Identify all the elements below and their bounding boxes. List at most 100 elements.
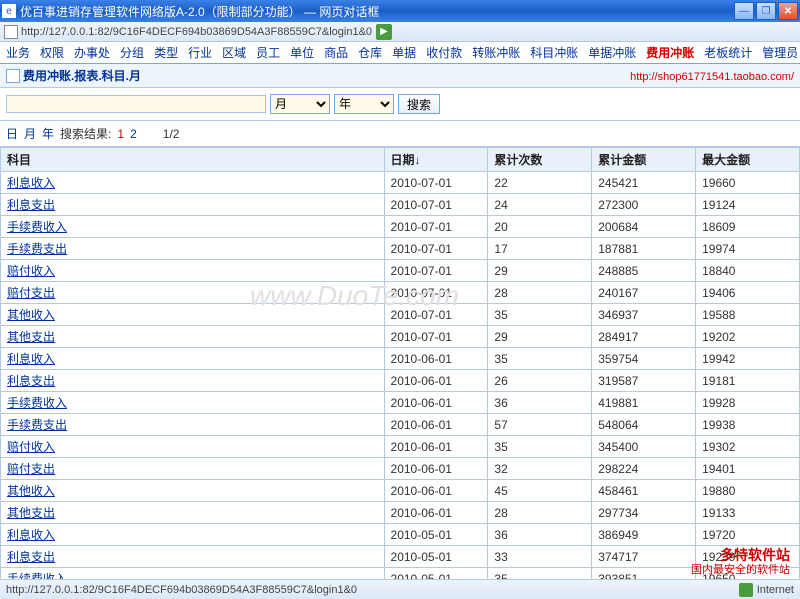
cell-subject[interactable]: 利息支出 [1,546,385,568]
filter-line: 日 月 年 搜索结果: 1 2 1/2 [0,121,800,147]
cell-subject[interactable]: 手续费收入 [1,216,385,238]
filter-month[interactable]: 月 [24,125,36,142]
cell-max: 19202 [696,326,800,348]
minimize-button[interactable]: — [734,2,754,20]
menu-item-15[interactable]: 单据冲账 [588,44,636,61]
table-row: 赔付支出2010-06-013229822419401 [1,458,800,480]
cell-sum: 240167 [592,282,696,304]
address-url[interactable]: http://127.0.0.1:82/9C16F4DECF694b03869D… [21,26,372,38]
address-bar: http://127.0.0.1:82/9C16F4DECF694b03869D… [0,22,800,42]
menu-item-17[interactable]: 老板统计 [704,44,752,61]
table-row: 手续费支出2010-06-015754806419938 [1,414,800,436]
filter-day[interactable]: 日 [6,125,18,142]
cell-subject[interactable]: 其他收入 [1,304,385,326]
cell-subject[interactable]: 利息支出 [1,370,385,392]
cell-sum: 345400 [592,436,696,458]
cell-date: 2010-05-01 [384,546,488,568]
cell-max: 18609 [696,216,800,238]
footer-logo-sub: 国内最安全的软件站 [691,564,790,576]
cell-subject[interactable]: 手续费收入 [1,392,385,414]
menu-item-18[interactable]: 管理员 [762,44,798,61]
cell-max: 19720 [696,524,800,546]
table-row: 其他支出2010-07-012928491719202 [1,326,800,348]
cell-max: 19302 [696,436,800,458]
cell-subject[interactable]: 其他收入 [1,480,385,502]
menu-item-1[interactable]: 权限 [40,44,64,61]
menu-item-7[interactable]: 员工 [256,44,280,61]
menu-item-12[interactable]: 收付款 [426,44,462,61]
go-icon[interactable]: ▶ [376,24,392,40]
menu-item-4[interactable]: 类型 [154,44,178,61]
cell-date: 2010-06-01 [384,414,488,436]
month-select[interactable]: 月 [270,94,330,114]
table-row: 手续费收入2010-07-012020068418609 [1,216,800,238]
th-subject[interactable]: 科目 [1,148,385,172]
menu-item-11[interactable]: 单据 [392,44,416,61]
th-count[interactable]: 累计次数 [488,148,592,172]
page-1[interactable]: 1 [117,127,124,141]
menu-item-9[interactable]: 商品 [324,44,348,61]
th-sum[interactable]: 累计金额 [592,148,696,172]
document-icon [6,69,20,83]
cell-date: 2010-07-01 [384,326,488,348]
cell-sum: 359754 [592,348,696,370]
table-container: 科目 日期↓ 累计次数 累计金额 最大金额 利息收入2010-07-012224… [0,147,800,595]
cell-subject[interactable]: 手续费支出 [1,238,385,260]
shop-link[interactable]: http://shop61771541.taobao.com/ [630,71,794,83]
window-titlebar: e 优百事进销存管理软件网络版A-2.0（限制部分功能） — 网页对话框 — ❐… [0,0,800,22]
filter-year[interactable]: 年 [42,125,54,142]
cell-sum: 298224 [592,458,696,480]
cell-count: 17 [488,238,592,260]
menu-item-0[interactable]: 业务 [6,44,30,61]
th-max[interactable]: 最大金额 [696,148,800,172]
cell-subject[interactable]: 其他支出 [1,502,385,524]
cell-subject[interactable]: 赔付支出 [1,282,385,304]
close-button[interactable]: ✕ [778,2,798,20]
menu-item-3[interactable]: 分组 [120,44,144,61]
window-title: 优百事进销存管理软件网络版A-2.0（限制部分功能） — 网页对话框 [20,3,734,20]
cell-sum: 458461 [592,480,696,502]
cell-subject[interactable]: 利息支出 [1,194,385,216]
cell-subject[interactable]: 利息收入 [1,524,385,546]
menu-item-8[interactable]: 单位 [290,44,314,61]
subhead-title: 费用冲账.报表.科目.月 [23,67,141,84]
table-row: 手续费支出2010-07-011718788119974 [1,238,800,260]
menu-item-13[interactable]: 转账冲账 [472,44,520,61]
cell-subject[interactable]: 赔付支出 [1,458,385,480]
status-bar: http://127.0.0.1:82/9C16F4DECF694b03869D… [0,579,800,599]
cell-max: 19588 [696,304,800,326]
maximize-button[interactable]: ❐ [756,2,776,20]
cell-subject[interactable]: 赔付收入 [1,260,385,282]
menu-item-5[interactable]: 行业 [188,44,212,61]
search-input[interactable] [6,95,266,113]
cell-subject[interactable]: 手续费支出 [1,414,385,436]
cell-date: 2010-07-01 [384,216,488,238]
menu-item-10[interactable]: 仓库 [358,44,382,61]
table-row: 利息支出2010-06-012631958719181 [1,370,800,392]
search-button[interactable]: 搜索 [398,94,440,114]
table-row: 其他收入2010-07-013534693719588 [1,304,800,326]
cell-date: 2010-06-01 [384,436,488,458]
cell-sum: 200684 [592,216,696,238]
cell-date: 2010-06-01 [384,392,488,414]
cell-max: 19124 [696,194,800,216]
menu-item-6[interactable]: 区域 [222,44,246,61]
page-2[interactable]: 2 [130,127,137,141]
cell-date: 2010-07-01 [384,282,488,304]
cell-subject[interactable]: 利息收入 [1,348,385,370]
cell-date: 2010-07-01 [384,260,488,282]
cell-subject[interactable]: 利息收入 [1,172,385,194]
status-zone: Internet [757,584,794,596]
window-buttons: — ❐ ✕ [734,2,798,20]
menu-item-16[interactable]: 费用冲账 [646,44,694,61]
cell-date: 2010-05-01 [384,524,488,546]
menu-item-14[interactable]: 科目冲账 [530,44,578,61]
cell-subject[interactable]: 赔付收入 [1,436,385,458]
cell-subject[interactable]: 其他支出 [1,326,385,348]
menu-item-2[interactable]: 办事处 [74,44,110,61]
table-row: 利息支出2010-05-013337471719239 [1,546,800,568]
cell-count: 22 [488,172,592,194]
year-select[interactable]: 年 [334,94,394,114]
th-date[interactable]: 日期↓ [384,148,488,172]
cell-sum: 272300 [592,194,696,216]
